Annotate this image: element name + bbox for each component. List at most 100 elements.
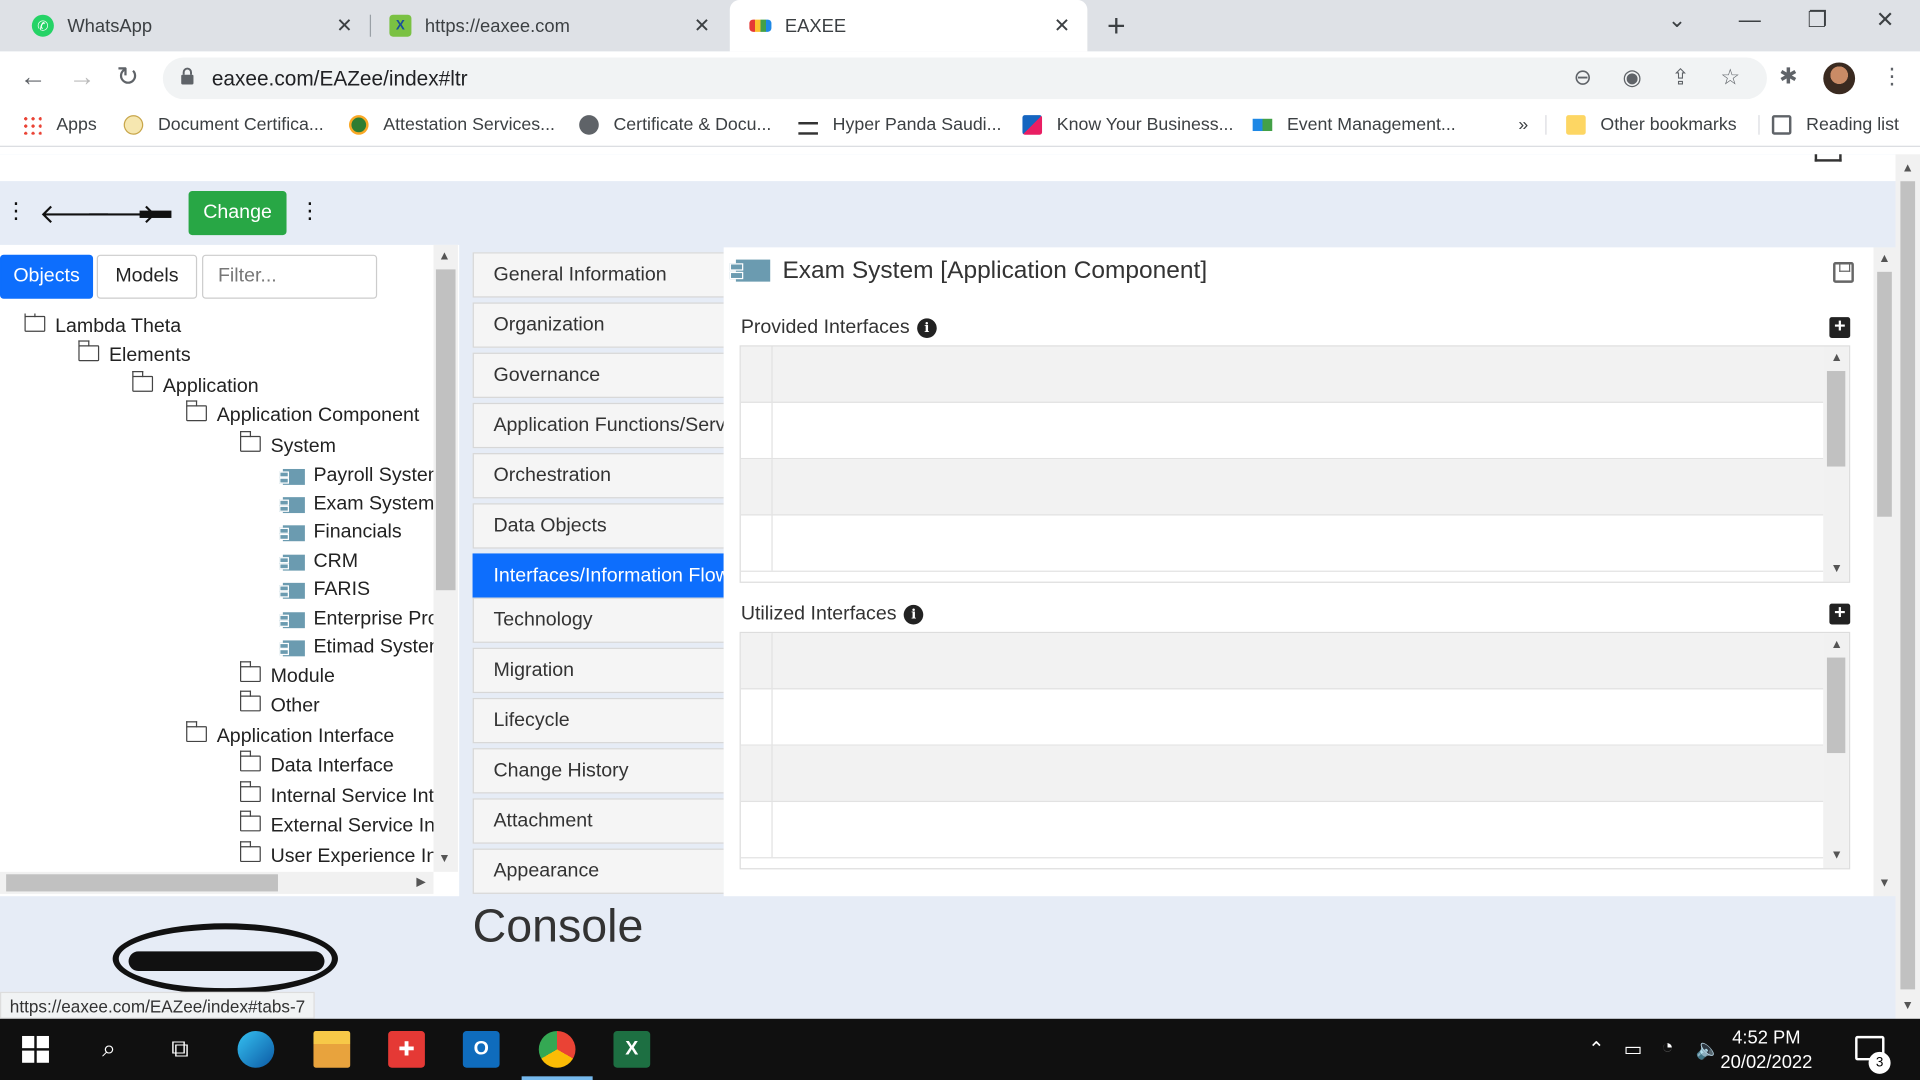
tracking-blocked-icon[interactable]: ◉ [1622,65,1641,91]
tab-search-icon[interactable]: ⌄ [1668,7,1686,33]
file-explorer-icon[interactable] [313,1031,351,1068]
scrollbar-thumb[interactable] [1826,657,1846,754]
tree-component-node[interactable]: Exam System [279,493,433,515]
bookmark-hyper-panda[interactable]: Hyper Panda Saudi... [798,115,1001,135]
tree-folder-node[interactable]: Module [239,660,335,688]
excel-icon[interactable]: X [613,1031,651,1068]
page-scrollbar[interactable]: ▲ ▼ [1895,154,1920,1019]
tree-component-node[interactable]: Enterprise Pro [279,609,433,631]
property-tab[interactable]: Orchestration [472,453,724,499]
table-row[interactable] [740,633,1824,690]
battery-icon[interactable]: ▭ [1624,1037,1643,1061]
property-tab[interactable]: Governance [472,352,724,398]
chrome-icon[interactable] [521,1031,593,1080]
collapse-icon[interactable] [1814,154,1842,162]
close-icon[interactable]: ✕ [336,13,352,37]
add-utilized-interface-icon[interactable]: + [1829,603,1851,625]
bookmarks-overflow-button[interactable]: » [1518,115,1528,135]
address-bar[interactable]: eaxee.com/EAZee/index#ltr ⊖ ◉ ⇪ ☆ [162,57,1767,100]
scroll-down-icon[interactable]: ▼ [1831,562,1843,575]
detail-panel-scrollbar[interactable]: ▲ ▼ [1873,247,1896,897]
tree-folder-node[interactable]: Data Interface [239,750,394,778]
gift-app-icon[interactable]: ✚ [388,1031,425,1068]
scrollbar-thumb[interactable] [1877,271,1892,517]
tree-component-node[interactable]: FARIS [279,579,370,601]
edge-icon[interactable] [237,1031,275,1068]
scroll-up-icon[interactable]: ▲ [1878,252,1890,265]
tab-objects[interactable]: Objects [0,254,94,299]
bookmark-certificate-documents[interactable]: Certificate & Docu... [579,115,771,135]
property-tab[interactable]: Appearance [472,848,724,894]
grid-scrollbar[interactable]: ▲ ▼ [1823,633,1849,869]
table-row[interactable] [740,346,1824,403]
property-tab[interactable]: Lifecycle [472,697,724,744]
table-row[interactable] [740,459,1824,516]
scroll-down-icon[interactable]: ▼ [1902,999,1914,1012]
grid-scrollbar[interactable]: ▲ ▼ [1823,346,1849,582]
close-icon[interactable]: ✕ [694,13,710,37]
tree-component-node[interactable]: Etimad System [279,637,433,659]
bookmark-know-your-business[interactable]: Know Your Business... [1022,115,1233,135]
tab-models[interactable]: Models [96,254,198,299]
close-icon[interactable]: ✕ [1054,13,1070,37]
tree-folder-node[interactable]: Internal Service Inte [239,780,433,808]
share-icon[interactable]: ⇪ [1671,65,1689,91]
forward-icon[interactable]: → [69,61,96,93]
tree-folder-node[interactable]: Application Component [185,399,419,427]
scrollbar-thumb[interactable] [6,874,278,892]
scroll-up-icon[interactable]: ▲ [438,250,450,263]
scroll-down-icon[interactable]: ▼ [438,852,450,865]
scroll-down-icon[interactable]: ▼ [1831,849,1843,862]
back-icon[interactable]: ← [20,61,47,93]
profile-avatar[interactable] [1823,62,1856,95]
reload-icon[interactable]: ↻ [116,61,139,93]
tree-folder-node[interactable]: User Experience Int [239,840,433,868]
search-icon[interactable]: ⌕ [91,1031,128,1068]
reading-list[interactable]: Reading list [1758,115,1899,135]
scroll-up-icon[interactable]: ▲ [1831,638,1843,651]
property-tab[interactable]: Application Functions/Servi [472,402,724,449]
windows-start-icon[interactable] [17,1031,54,1068]
scrollbar-thumb[interactable] [1826,371,1846,467]
more-options-icon[interactable]: ⋮ [299,198,321,224]
system-clock[interactable]: 4:52 PM 20/02/2022 [1720,1026,1812,1075]
table-row[interactable] [740,745,1824,803]
property-tab[interactable]: Technology [472,597,724,643]
tree-folder-node[interactable]: Lambda Theta [23,313,181,338]
scrollbar-thumb[interactable] [1900,181,1916,990]
tree-folder-node[interactable]: Other [239,690,320,718]
tree-component-node[interactable]: CRM [279,551,358,573]
tree-folder-node[interactable]: Elements [77,339,191,367]
table-row[interactable] [740,689,1824,746]
tree-folder-node[interactable]: External Service Int [239,810,433,838]
tab-eaxee[interactable]: EAXEE ✕ [729,0,1088,52]
tree-component-node[interactable]: Financials [279,522,402,544]
provided-interfaces-grid[interactable]: ▲ ▼ [739,345,1851,583]
table-row[interactable] [740,802,1824,859]
drag-handle-icon[interactable]: ⋮ [5,198,27,224]
property-tab[interactable]: Data Objects [472,503,724,549]
tab-eaxee-home[interactable]: X https://eaxee.com ✕ [358,0,728,51]
star-icon[interactable]: ☆ [1720,65,1740,91]
minus-icon[interactable] [139,210,172,218]
bookmark-event-management[interactable]: Event Management... [1252,115,1456,135]
minimize-icon[interactable]: — [1739,7,1761,33]
table-row[interactable] [740,402,1824,460]
scroll-down-icon[interactable]: ▼ [1878,877,1890,890]
wifi-icon[interactable]: ◔ [1662,1037,1674,1059]
scroll-up-icon[interactable]: ▲ [1831,351,1843,364]
scrollbar-thumb[interactable] [435,269,456,591]
property-tab[interactable]: Migration [472,647,724,694]
property-tab[interactable]: Change History [472,748,724,794]
zoom-out-icon[interactable]: ⊖ [1573,65,1591,91]
change-button[interactable]: Change [188,191,287,236]
window-close-icon[interactable]: ✕ [1876,7,1894,33]
bookmark-attestation-services[interactable]: Attestation Services... [348,115,555,135]
property-tab[interactable]: Attachment [472,798,724,844]
tree-vertical-scrollbar[interactable]: ▲ ▼ [433,244,458,872]
info-icon[interactable]: i [916,318,937,338]
menu-kebab-icon[interactable]: ⋮ [1881,64,1903,90]
tree-component-node[interactable]: Payroll System [279,465,433,487]
bookmark-document-certification[interactable]: Document Certifica... [123,115,324,135]
tree-folder-node[interactable]: System [239,430,336,458]
